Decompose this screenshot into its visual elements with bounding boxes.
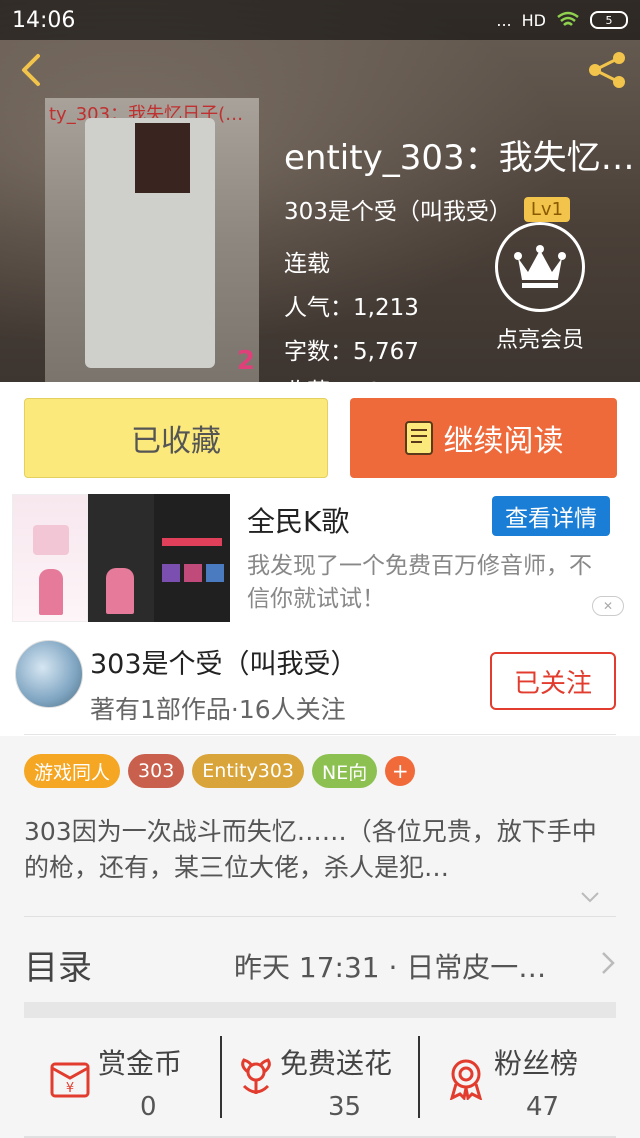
author-name: 303是个受（叫我受） [90, 649, 358, 680]
popularity-count: 人气：1,213 [284, 295, 419, 321]
stat-label: 赏金币 [98, 1047, 183, 1080]
status-time: 14:06 [12, 7, 76, 33]
serial-status: 连载 [284, 251, 330, 277]
tag-item[interactable]: Entity303 [192, 754, 305, 788]
stat-label: 免费送花 [280, 1047, 393, 1080]
level-badge: Lv1 [523, 196, 571, 222]
ad-description: 我发现了一个免费百万修音师，不信你就试试！ [247, 553, 592, 612]
ad-details-button[interactable]: 查看详情 [492, 496, 610, 536]
battery-level: 5 [605, 13, 613, 27]
author-avatar[interactable] [15, 640, 83, 708]
divider [418, 1036, 420, 1118]
chevron-down-icon[interactable] [580, 890, 600, 904]
status-icons: ... HD 5 [496, 11, 628, 30]
stat-value: 47 [526, 1092, 560, 1122]
cover-number: 2 [236, 346, 255, 376]
book-description[interactable]: 303因为一次战斗而失忆……（各位兄贵，放下手中的枪，还有，某三位大佬，杀人是犯… [24, 814, 600, 886]
share-icon[interactable] [586, 50, 628, 90]
tag-list: 游戏同人 303 Entity303 NE向 + [24, 754, 416, 788]
signal-dots: ... [496, 10, 512, 30]
table-of-contents-row[interactable]: 目录 昨天 17:31 · 日常皮一… [24, 940, 616, 988]
cover-figure-head [135, 123, 190, 193]
ad-title: 全民K歌 [247, 505, 350, 538]
chevron-right-icon [602, 952, 615, 974]
stats-bar: ¥ 赏金币 0 免费送花 35 粉丝榜 47 [0, 1026, 640, 1138]
tag-item[interactable]: NE向 [312, 754, 378, 788]
ad-image-1 [12, 494, 88, 622]
vip-activate[interactable]: 点亮会员 [488, 222, 592, 354]
toc-label: 目录 [24, 948, 92, 988]
author-card[interactable]: 303是个受（叫我受） 著有1部作品·16人关注 已关注 [0, 626, 640, 736]
ad-image-3 [154, 494, 230, 622]
ad-close-button[interactable]: ✕ [592, 596, 624, 616]
back-arrow-icon[interactable] [14, 52, 50, 88]
latest-chapter: 昨天 17:31 · 日常皮一… [234, 951, 547, 984]
favorited-button[interactable]: 已收藏 [24, 398, 328, 478]
divider [220, 1036, 222, 1118]
word-count: 字数：5,767 [284, 339, 419, 365]
book-header: 14:06 ... HD 5 ty_303：我失忆日子(… 2 entity_3… [0, 0, 640, 382]
ad-image-2 [88, 494, 154, 622]
divider [24, 734, 616, 735]
follow-button[interactable]: 已关注 [490, 652, 616, 710]
svg-text:¥: ¥ [66, 1081, 74, 1096]
tag-item[interactable]: 游戏同人 [24, 754, 121, 788]
header-author-row[interactable]: 303是个受（叫我受） Lv1 [284, 192, 571, 226]
divider [24, 916, 616, 917]
send-flower-stat[interactable]: 免费送花 35 [234, 1036, 414, 1126]
tag-item[interactable]: 303 [128, 754, 185, 788]
action-bar: 已收藏 继续阅读 [0, 382, 640, 490]
medal-icon [449, 1059, 483, 1100]
section-separator [24, 1002, 616, 1018]
author-info: 著有1部作品·16人关注 [90, 695, 346, 724]
book-title: entity_303：我失忆… [284, 138, 635, 178]
stat-value: 35 [328, 1092, 362, 1122]
network-label: HD [521, 10, 546, 30]
book-icon [404, 421, 433, 455]
add-tag-button[interactable]: + [385, 756, 416, 786]
continue-reading-label: 继续阅读 [443, 424, 564, 459]
status-bar: 14:06 ... HD 5 [0, 0, 640, 40]
vip-label: 点亮会员 [495, 328, 584, 353]
wifi-icon [557, 11, 579, 26]
crown-icon [495, 222, 585, 312]
stat-value: 0 [140, 1092, 157, 1122]
battery-icon: 5 [590, 11, 628, 29]
flower-icon [241, 1058, 271, 1094]
stat-label: 粉丝榜 [494, 1047, 579, 1080]
header-author-name: 303是个受（叫我受） [284, 199, 512, 225]
book-cover[interactable]: ty_303：我失忆日子(… 2 [45, 98, 259, 382]
fan-ranking-stat[interactable]: 粉丝榜 47 [444, 1036, 614, 1126]
ad-banner[interactable]: 全民K歌 查看详情 我发现了一个免费百万修音师，不信你就试试！ ✕ [0, 490, 640, 626]
favorites-count: 收藏：42 [284, 372, 382, 382]
reward-coins-stat[interactable]: ¥ 赏金币 0 [48, 1036, 208, 1126]
continue-reading-button[interactable]: 继续阅读 [350, 398, 617, 478]
coin-envelope-icon: ¥ [50, 1062, 90, 1098]
